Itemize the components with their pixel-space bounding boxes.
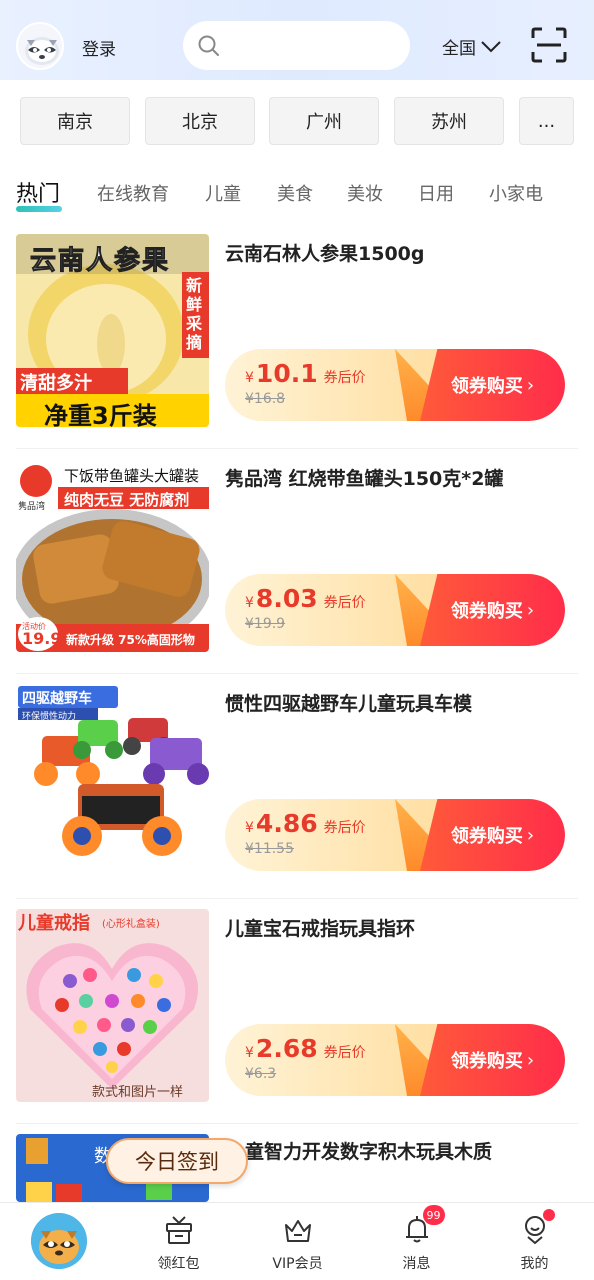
search-bar[interactable] [183, 21, 410, 70]
gem-rings-image [16, 909, 209, 1102]
image-text-sub: (心形礼盒装) [102, 919, 160, 930]
city-chip[interactable]: 广州 [269, 97, 379, 145]
city-chips: 南京 北京 广州 苏州 ... [0, 97, 594, 147]
chevron-right-icon: › [526, 824, 535, 846]
divider [16, 898, 578, 899]
top-header: 登录 全国 [0, 0, 594, 80]
daily-checkin-button[interactable]: 今日签到 [106, 1138, 248, 1184]
nav-home[interactable] [0, 1203, 119, 1280]
image-brand: 隽品湾 [18, 502, 46, 512]
price-buy-bar[interactable]: ¥ 2.68 券后价 ¥6.3 领券购买 › [225, 1024, 565, 1096]
image-text-top: 下饭带鱼罐头大罐装 [64, 467, 200, 485]
tab-beauty[interactable]: 美妆 [347, 180, 383, 206]
image-text-badge: 清甜多汁 [20, 373, 92, 394]
image-text-bottom: 款式和图片一样 [92, 1085, 184, 1100]
image-text-mid: 纯肉无豆 无防腐剂 [64, 491, 190, 509]
nav-label: 领红包 [157, 1256, 200, 1272]
tab-online-education[interactable]: 在线教育 [97, 180, 169, 206]
crown-icon [284, 1220, 311, 1242]
claim-coupon-buy-button[interactable]: 领券购买 › [420, 1024, 565, 1096]
product-title[interactable]: 惯性四驱越野车儿童玩具车模 [225, 692, 580, 716]
original-price: ¥11.55 [245, 841, 294, 857]
image-text-side: 新鲜采摘 [186, 276, 203, 352]
product-card[interactable]: 儿童戒指 (心形礼盒装) 款式和图片一样 儿童宝石戒指玩具指环 ¥ 2.68 券… [0, 909, 594, 1124]
tab-kids[interactable]: 儿童 [205, 180, 241, 206]
coupon-price: ¥ 4.86 券后价 [245, 809, 366, 838]
nav-label: 我的 [520, 1256, 549, 1272]
login-link[interactable]: 登录 [82, 35, 116, 60]
divider [16, 1123, 578, 1124]
nav-label: 消息 [402, 1256, 431, 1272]
chevron-down-icon [481, 40, 501, 52]
nav-label: VIP会员 [272, 1256, 323, 1272]
notification-dot [542, 1209, 555, 1221]
user-avatar[interactable] [16, 22, 64, 70]
region-label: 全国 [442, 39, 476, 59]
tab-hot[interactable]: 热门 [16, 176, 60, 208]
original-price: ¥6.3 [245, 1066, 277, 1082]
claim-coupon-buy-button[interactable]: 领券购买 › [420, 799, 565, 871]
price-buy-bar[interactable]: ¥ 10.1 券后价 ¥16.8 领券购买 › [225, 349, 565, 421]
home-avatar-icon [31, 1213, 87, 1269]
category-tabs: 热门 在线教育 儿童 美食 美妆 日用 小家电 [0, 172, 594, 216]
chevron-right-icon: › [526, 1049, 535, 1071]
image-price-tag: 19.9 [22, 629, 62, 648]
search-icon [198, 35, 219, 56]
product-card[interactable]: 隽品湾 下饭带鱼罐头大罐装 纯肉无豆 无防腐剂 活动价 19.9 新款升级 75… [0, 459, 594, 674]
product-card[interactable]: 数 童智力开发数字积木玩具木质 [0, 1134, 594, 1202]
divider [16, 673, 578, 674]
tab-small-appliance[interactable]: 小家电 [489, 180, 543, 206]
tab-food[interactable]: 美食 [277, 180, 313, 206]
image-text-top: 四驱越野车 [22, 691, 92, 707]
divider [16, 448, 578, 449]
scan-icon[interactable] [531, 27, 567, 63]
price-buy-bar[interactable]: ¥ 4.86 券后价 ¥11.55 领券购买 › [225, 799, 565, 871]
original-price: ¥19.9 [245, 616, 286, 632]
product-title[interactable]: 云南石林人参果1500g [225, 242, 580, 266]
nav-vip[interactable]: VIP会员 [238, 1203, 357, 1280]
chevron-right-icon: › [526, 374, 535, 396]
region-selector[interactable]: 全国 [442, 34, 502, 59]
gift-icon [165, 1216, 192, 1244]
bell-icon-wrap: 99 [401, 1205, 445, 1245]
nav-red-packet[interactable]: 领红包 [119, 1203, 238, 1280]
product-image[interactable]: 云南人参果 新鲜采摘 清甜多汁 净重3斤装 [16, 234, 209, 427]
city-chip[interactable]: 南京 [20, 97, 130, 145]
product-image[interactable]: 隽品湾 下饭带鱼罐头大罐装 纯肉无豆 无防腐剂 活动价 19.9 新款升级 75… [16, 459, 209, 652]
message-count-badge: 99 [422, 1205, 445, 1225]
coupon-price: ¥ 10.1 券后价 [245, 359, 366, 388]
product-image[interactable]: 儿童戒指 (心形礼盒装) 款式和图片一样 [16, 909, 209, 1102]
image-text-bottom: 净重3斤装 [44, 402, 157, 427]
product-image[interactable]: 四驱越野车 环保惯性动力 [16, 684, 209, 877]
product-card[interactable]: 云南人参果 新鲜采摘 清甜多汁 净重3斤装 云南石林人参果1500g ¥ 10.… [0, 234, 594, 449]
coupon-price: ¥ 2.68 券后价 [245, 1034, 366, 1063]
city-chip[interactable]: 苏州 [394, 97, 504, 145]
image-text-top: 儿童戒指 [18, 913, 90, 934]
nav-mine[interactable]: 我的 [475, 1203, 594, 1280]
price-buy-bar[interactable]: ¥ 8.03 券后价 ¥19.9 领券购买 › [225, 574, 565, 646]
product-title[interactable]: 童智力开发数字积木玩具木质 [245, 1140, 594, 1164]
city-chip[interactable]: 北京 [145, 97, 255, 145]
image-text-sub: 环保惯性动力 [22, 712, 77, 722]
raccoon-avatar-icon [25, 37, 59, 65]
user-icon-wrap [519, 1209, 555, 1245]
product-card[interactable]: 四驱越野车 环保惯性动力 惯性四驱越野车儿童玩具车模 ¥ 4.86 券后价 ¥1… [0, 684, 594, 899]
chevron-right-icon: › [526, 599, 535, 621]
tab-daily[interactable]: 日用 [418, 180, 454, 206]
claim-coupon-buy-button[interactable]: 领券购买 › [420, 349, 565, 421]
image-text-top: 云南人参果 [29, 246, 171, 277]
city-more-chip[interactable]: ... [519, 97, 574, 145]
product-title[interactable]: 隽品湾 红烧带鱼罐头150克*2罐 [225, 467, 580, 491]
bottom-nav: 领红包 VIP会员 99 消息 我的 [0, 1202, 594, 1280]
image-text-bottom: 新款升级 75%高固形物 [66, 633, 195, 647]
original-price: ¥16.8 [245, 391, 286, 407]
claim-coupon-buy-button[interactable]: 领券购买 › [420, 574, 565, 646]
product-title[interactable]: 儿童宝石戒指玩具指环 [225, 917, 580, 941]
active-tab-underline [16, 206, 62, 212]
nav-messages[interactable]: 99 消息 [357, 1203, 476, 1280]
coupon-price: ¥ 8.03 券后价 [245, 584, 366, 613]
